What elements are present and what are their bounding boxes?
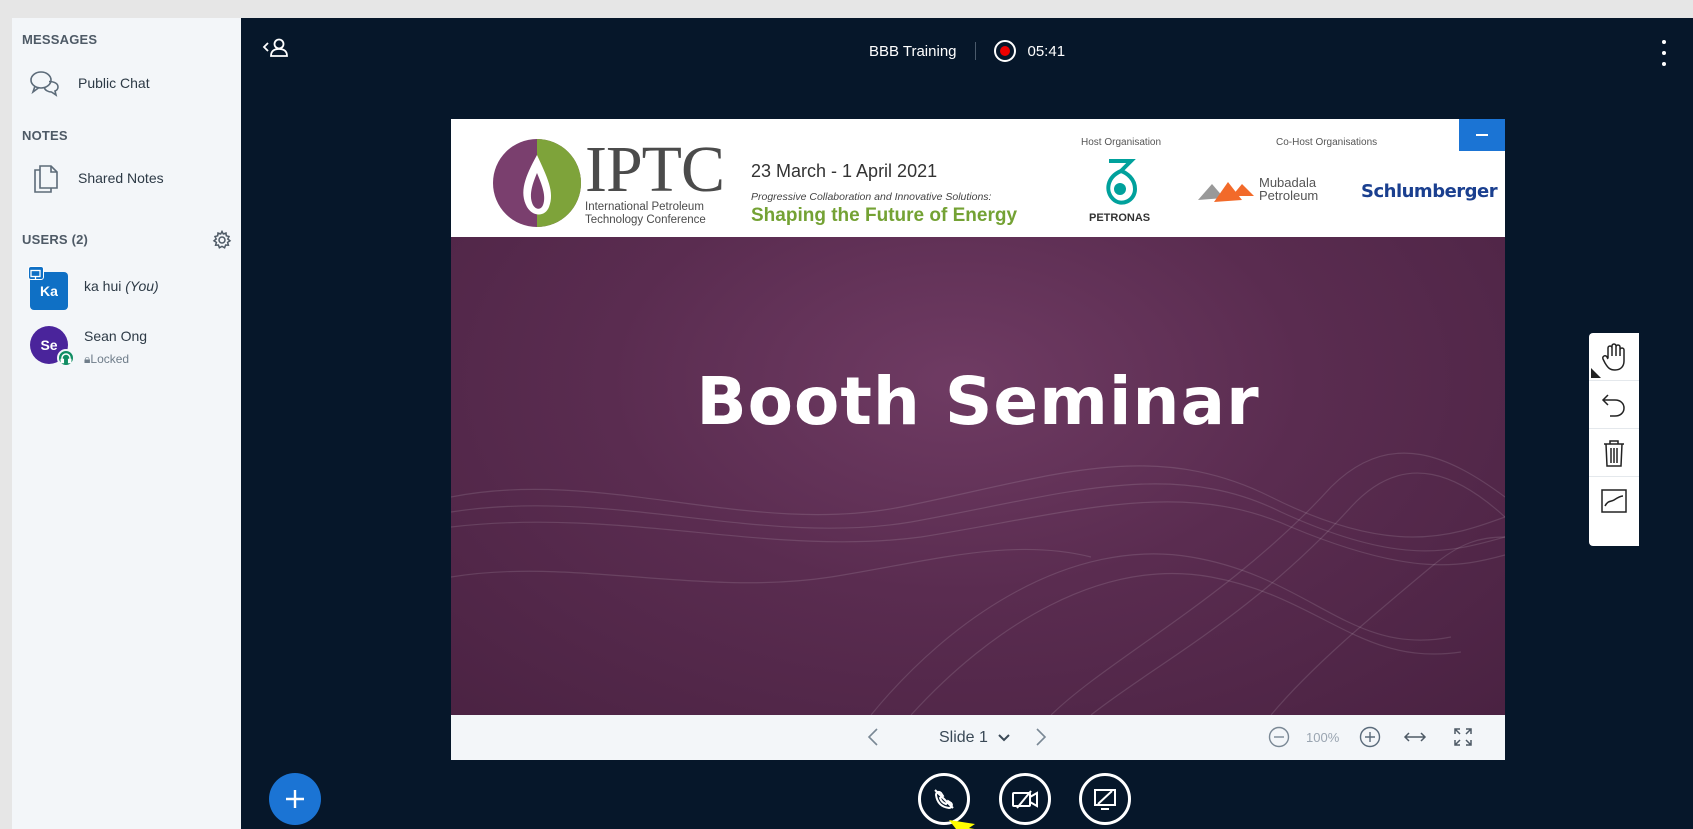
event-dates: 23 March - 1 April 2021 (751, 161, 938, 181)
actions-add-button[interactable] (269, 773, 321, 825)
user-list-item[interactable]: Ka ka hui (You) (28, 266, 235, 316)
avatar-initials: Se (40, 337, 58, 353)
headphones-icon (57, 349, 75, 367)
notes-section-title: NOTES (22, 128, 68, 143)
iptc-subtitle-line: Technology Conference (585, 214, 706, 226)
zoom-level: 100% (1306, 730, 1340, 745)
clear-annotations-button[interactable] (1589, 429, 1639, 477)
sidebar: MESSAGES Public Chat NOTES Shared Notes … (12, 18, 241, 829)
slide-selector-label: Slide 1 (939, 729, 988, 746)
shared-notes-label: Shared Notes (78, 170, 164, 186)
chevron-left-icon (867, 728, 878, 746)
video-off-icon (1012, 790, 1038, 809)
mubadala-text: Mubadala Petroleum (1259, 176, 1318, 202)
presentation-area: IPTC International Petroleum Technology … (451, 119, 1505, 760)
minimize-presentation-button[interactable] (1459, 119, 1505, 151)
zoom-out-icon (1268, 726, 1290, 748)
smoke-waves-decoration (451, 452, 1505, 715)
iptc-subtitle: International Petroleum Technology Confe… (585, 201, 706, 227)
screenshare-off-icon (1094, 789, 1116, 810)
slide-body: Booth Seminar (451, 237, 1505, 715)
presentation-toolbar: Slide 1 100% (451, 715, 1505, 760)
minus-icon (1476, 134, 1488, 136)
iptc-subtitle-line: International Petroleum (585, 201, 704, 213)
notes-pages-icon (28, 163, 62, 193)
slide-selector[interactable]: Slide 1 (939, 725, 1010, 751)
schlumberger-text: Schlumberger (1361, 181, 1498, 202)
slide-title: Booth Seminar (696, 363, 1260, 440)
undo-icon (1601, 393, 1625, 417)
event-tagline: Progressive Collaboration and Innovative… (751, 191, 992, 203)
user-settings-gear-icon[interactable] (212, 229, 232, 250)
petronas-text: PETRONAS (1089, 212, 1151, 224)
petronas-logo (1106, 159, 1138, 205)
pan-tool-button[interactable] (1589, 333, 1639, 381)
fit-to-width-button[interactable] (1401, 723, 1429, 751)
user-name-text: Sean Ong (84, 328, 148, 344)
header-divider (974, 42, 976, 60)
user-status-text: Locked (90, 352, 130, 366)
fullscreen-icon (1454, 728, 1472, 746)
zoom-in-icon (1359, 726, 1381, 748)
mubadala-logo (1198, 182, 1254, 202)
next-slide-button[interactable] (1031, 723, 1051, 751)
cohost-org-label: Co-Host Organisations (1276, 137, 1378, 148)
record-dot-icon (999, 46, 1010, 56)
zoom-out-button[interactable] (1266, 723, 1292, 751)
fullscreen-button[interactable] (1449, 723, 1477, 751)
user-list-item[interactable]: Se Sean Ong 🔒︎Locked (30, 322, 235, 370)
chevron-right-icon (1036, 728, 1047, 746)
undo-annotation-button[interactable] (1589, 381, 1639, 429)
recording-button[interactable] (993, 40, 1016, 62)
mubadala-line: Petroleum (1259, 188, 1319, 203)
iptc-logo-text: IPTC (585, 133, 725, 206)
plus-icon (286, 790, 304, 808)
iptc-logo (493, 139, 581, 227)
yellow-pointer-arrow-icon (949, 820, 975, 829)
zoom-in-button[interactable] (1357, 723, 1383, 751)
corner-triangle-icon (1591, 368, 1601, 378)
recording-timer: 05:41 (1027, 42, 1066, 60)
options-menu-icon[interactable] (1659, 40, 1669, 66)
multi-user-whiteboard-button[interactable] (1589, 477, 1639, 525)
user-status: 🔒︎Locked (84, 352, 129, 367)
user-you-suffix: (You) (125, 278, 159, 294)
messages-section-title: MESSAGES (22, 32, 98, 47)
hand-icon (1602, 342, 1625, 371)
users-section-title: USERS (2) (22, 232, 89, 247)
audio-off-icon (934, 789, 954, 810)
shared-notes-item[interactable]: Shared Notes (28, 161, 228, 195)
main-area: BBB Training 05:41 IPTC International Pe… (241, 18, 1693, 829)
previous-slide-button[interactable] (863, 723, 883, 751)
avatar-initials: Ka (40, 283, 58, 299)
trash-icon (1604, 439, 1624, 467)
annotation-toolbar (1589, 333, 1639, 546)
share-screen-button[interactable] (1079, 773, 1131, 825)
user-name-text: ka hui (84, 278, 122, 294)
arrows-horizontal-icon (1403, 732, 1427, 742)
public-chat-label: Public Chat (78, 75, 150, 91)
meeting-header: BBB Training 05:41 (241, 40, 1693, 62)
public-chat-item[interactable]: Public Chat (28, 66, 228, 100)
whiteboard-chart-icon (1601, 489, 1627, 513)
meeting-title: BBB Training (868, 42, 957, 60)
event-headline: Shaping the Future of Energy (751, 205, 1018, 226)
presentation-slide[interactable]: IPTC International Petroleum Technology … (451, 119, 1505, 715)
slide-header-banner: IPTC International Petroleum Technology … (451, 119, 1505, 237)
presenter-badge-icon (28, 266, 44, 280)
chevron-down-icon (998, 734, 1010, 742)
user-name: ka hui (You) (84, 278, 159, 294)
host-org-label: Host Organisation (1081, 137, 1162, 148)
chat-bubbles-icon (28, 68, 62, 98)
